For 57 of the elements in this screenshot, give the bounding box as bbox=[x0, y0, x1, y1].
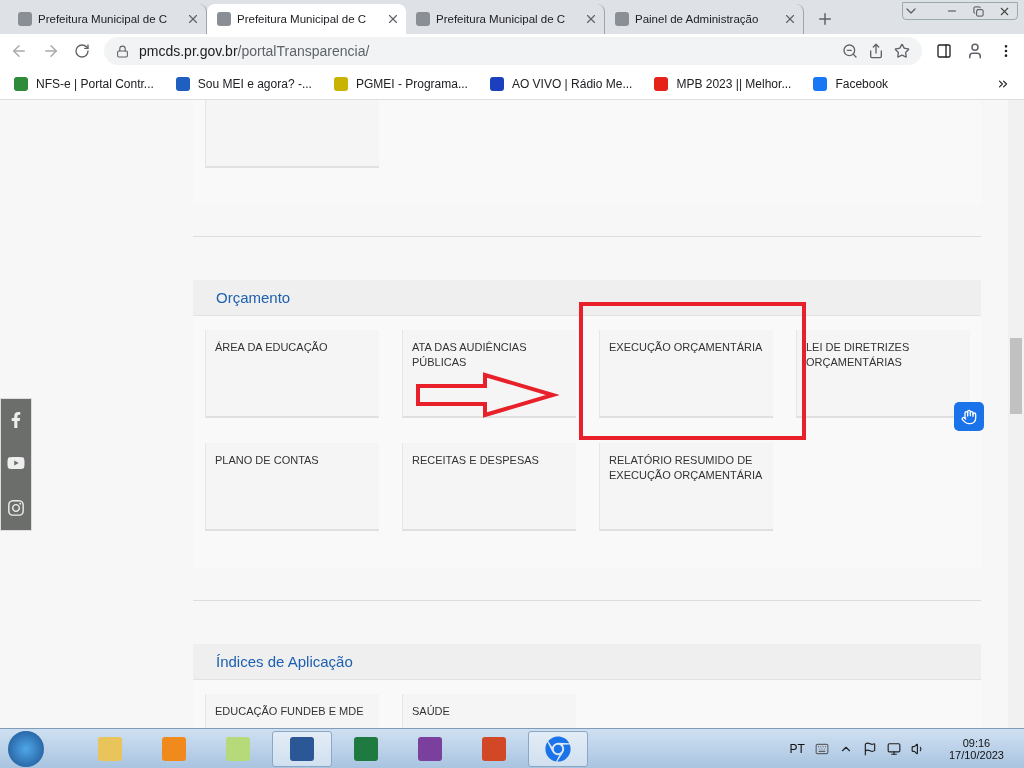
app-icon bbox=[98, 736, 122, 761]
taskbar-app[interactable] bbox=[528, 730, 588, 767]
close-icon[interactable] bbox=[584, 12, 598, 26]
reload-icon[interactable] bbox=[74, 43, 90, 59]
profile-icon[interactable] bbox=[966, 42, 984, 60]
section-title: Orçamento bbox=[216, 289, 291, 306]
site-favicon-icon bbox=[217, 12, 231, 26]
lock-icon bbox=[116, 44, 129, 58]
clock-date[interactable]: 17/10/2023 bbox=[948, 748, 1004, 761]
accessibility-button[interactable] bbox=[954, 402, 984, 431]
browser-tab[interactable]: Prefeitura Municipal de C bbox=[207, 4, 406, 34]
site-favicon-icon bbox=[615, 12, 629, 26]
clock-time[interactable]: 09:16 bbox=[962, 736, 991, 749]
app-icon bbox=[354, 736, 378, 761]
start-button[interactable] bbox=[8, 730, 44, 767]
new-tab-icon[interactable] bbox=[816, 10, 834, 28]
star-icon[interactable] bbox=[894, 43, 910, 59]
close-icon[interactable] bbox=[783, 12, 797, 26]
close-icon[interactable] bbox=[186, 12, 200, 26]
app-icon bbox=[418, 736, 442, 761]
close-icon[interactable] bbox=[386, 12, 400, 26]
link-card[interactable]: RELATÓRIO RESUMIDO DE EXECUÇÃO ORÇAMENTÁRIA bbox=[599, 443, 773, 531]
app-icon bbox=[226, 736, 250, 761]
site-favicon-icon bbox=[416, 12, 430, 26]
url-text: pmcds.pr.gov.br/portalTransparencia/ bbox=[139, 43, 370, 59]
link-card[interactable]: ATA DAS AUDIÊNCIAS PÚBLICAS bbox=[402, 330, 576, 418]
address-bar[interactable]: pmcds.pr.gov.br/portalTransparencia/ bbox=[104, 37, 922, 65]
bookmark[interactable]: MPB 2023 || Melhor... bbox=[654, 76, 792, 91]
scrollbar-thumb[interactable] bbox=[1010, 338, 1022, 414]
bookmark[interactable]: Facebook bbox=[813, 76, 889, 91]
language-indicator[interactable]: PT bbox=[789, 741, 805, 756]
side-panel-icon[interactable] bbox=[936, 43, 952, 59]
link-card[interactable]: EXECUÇÃO ORÇAMENTÁRIA bbox=[599, 330, 773, 418]
flag-icon[interactable] bbox=[862, 741, 877, 756]
bookmark[interactable]: PGMEI - Programa... bbox=[333, 76, 468, 91]
bookmark[interactable]: AO VIVO | Rádio Me... bbox=[489, 76, 633, 91]
section-title: Índices de Aplicação bbox=[216, 653, 353, 670]
link-card[interactable]: SAÚDE bbox=[402, 694, 576, 728]
instagram-icon[interactable] bbox=[7, 498, 25, 517]
app-icon bbox=[162, 736, 186, 761]
share-icon[interactable] bbox=[868, 43, 884, 59]
taskbar-app[interactable] bbox=[272, 730, 332, 767]
link-card[interactable]: RECEITAS E DESPESAS bbox=[402, 443, 576, 531]
keyboard-icon[interactable] bbox=[814, 741, 829, 756]
site-favicon-icon bbox=[18, 12, 32, 26]
app-icon bbox=[290, 736, 314, 761]
app-icon bbox=[482, 736, 506, 761]
link-card[interactable]: EDUCAÇÃO FUNDEB E MDE bbox=[205, 694, 379, 728]
bookmark[interactable]: NFS-e | Portal Contr... bbox=[14, 76, 154, 91]
link-card[interactable]: PLANO DE CONTAS bbox=[205, 443, 379, 531]
hand-icon bbox=[961, 408, 977, 425]
link-card[interactable]: LEI DE DIRETRIZES ORÇAMENTÁRIAS bbox=[796, 330, 970, 418]
link-card[interactable]: ÁREA DA EDUCAÇÃO bbox=[205, 330, 379, 418]
zoom-out-icon[interactable] bbox=[842, 43, 858, 59]
chrome-icon bbox=[545, 735, 571, 762]
bookmark[interactable]: Sou MEI e agora? -... bbox=[175, 76, 312, 91]
scrollbar[interactable] bbox=[1008, 100, 1024, 728]
